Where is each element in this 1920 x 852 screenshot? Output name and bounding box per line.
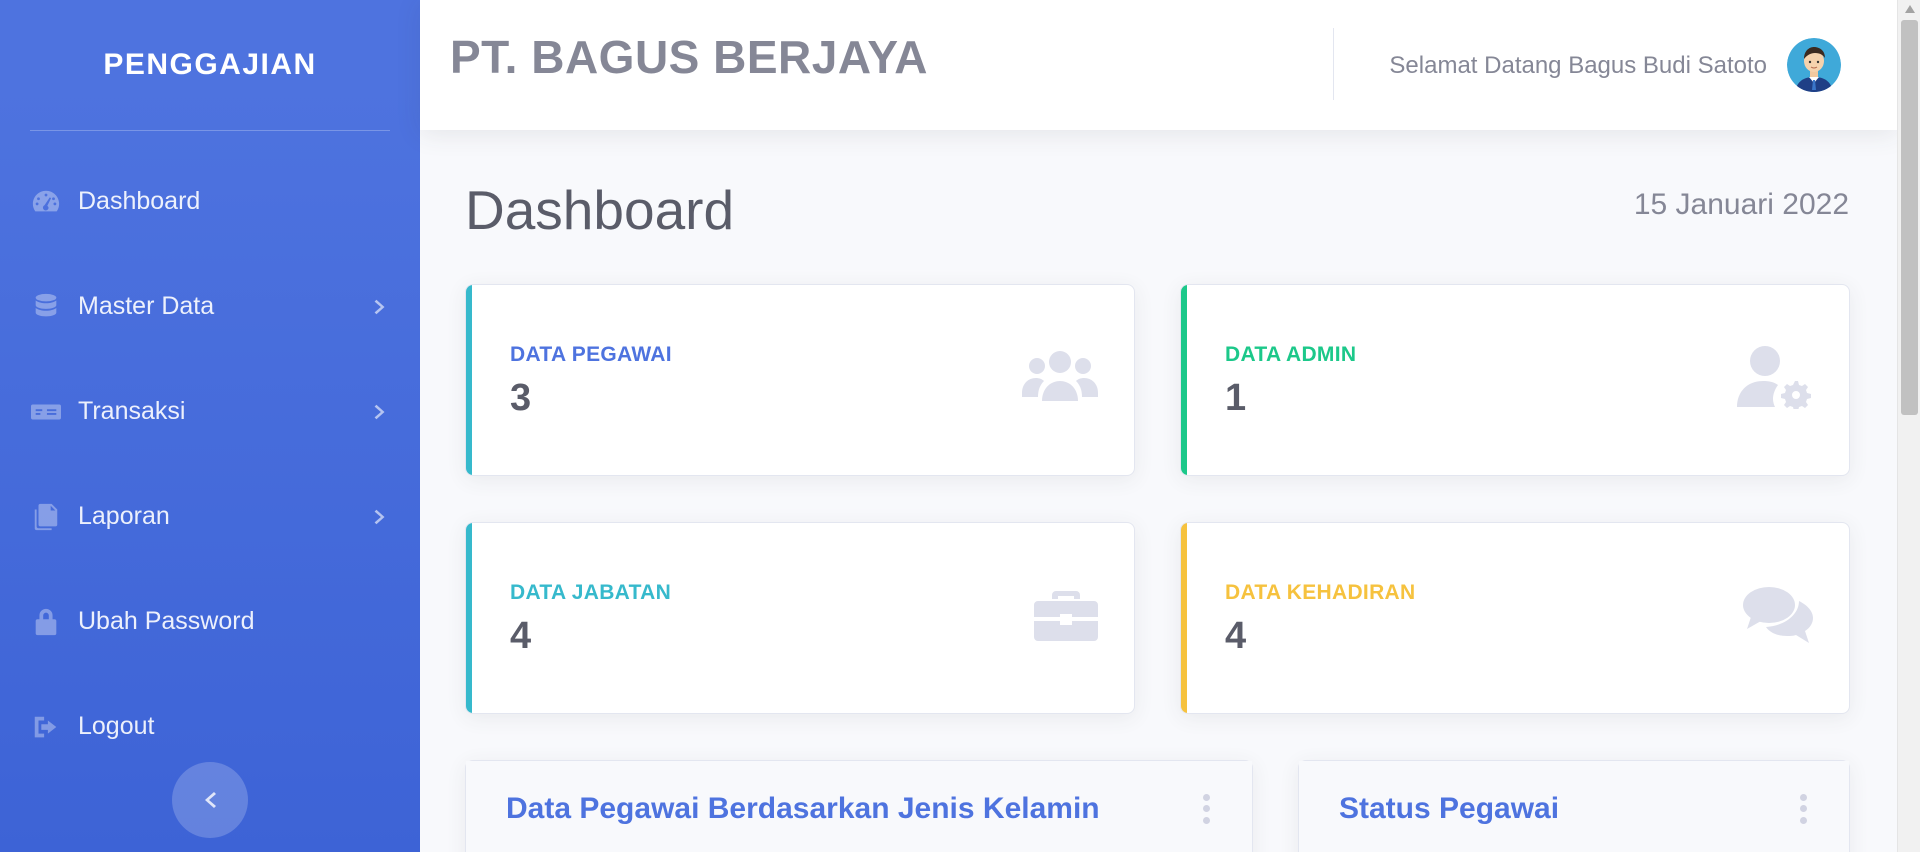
user-cog-icon — [1737, 345, 1813, 411]
lock-icon — [30, 606, 62, 638]
user-avatar[interactable] — [1787, 38, 1841, 92]
panel-status-pegawai: Status Pegawai — [1298, 760, 1850, 852]
sidebar-item-laporan[interactable]: Laporan — [0, 464, 420, 569]
sidebar-item-dashboard[interactable]: Dashboard — [0, 149, 420, 254]
card-value: 3 — [510, 377, 532, 419]
chevron-left-icon — [200, 790, 220, 810]
chevron-right-icon — [370, 297, 390, 317]
topbar: PT. BAGUS BERJAYA Selamat Datang Bagus B… — [420, 0, 1897, 130]
card-value: 1 — [1225, 377, 1247, 419]
chevron-right-icon — [370, 507, 390, 527]
kebab-menu-icon[interactable] — [1797, 793, 1809, 824]
card-data-kehadiran: DATA KEHADIRAN 4 — [1180, 522, 1850, 714]
card-accent-bar — [466, 523, 472, 713]
kebab-menu-icon[interactable] — [1200, 793, 1212, 824]
copy-icon — [30, 501, 62, 533]
scroll-thumb[interactable] — [1901, 20, 1918, 415]
card-accent-bar — [466, 285, 472, 475]
card-label: DATA KEHADIRAN — [1225, 581, 1416, 604]
sidebar-divider — [30, 130, 390, 131]
money-check-icon — [30, 396, 62, 428]
sidebar-item-label: Dashboard — [78, 187, 201, 215]
sidebar-brand[interactable]: PENGGAJIAN — [0, 0, 420, 130]
comments-icon — [1743, 583, 1813, 647]
briefcase-icon — [1034, 583, 1098, 647]
card-data-jabatan: DATA JABATAN 4 — [465, 522, 1135, 714]
panel-title: Data Pegawai Berdasarkan Jenis Kelamin — [506, 791, 1100, 825]
card-label: DATA ADMIN — [1225, 343, 1357, 366]
sidebar-item-ubah-password[interactable]: Ubah Password — [0, 569, 420, 674]
sidebar: PENGGAJIAN Dashboard Master Data Transak… — [0, 0, 420, 852]
tachometer-icon — [30, 186, 62, 218]
topbar-divider — [1333, 28, 1334, 100]
sidebar-item-label: Ubah Password — [78, 607, 255, 635]
card-label: DATA JABATAN — [510, 581, 672, 604]
sidebar-item-master-data[interactable]: Master Data — [0, 254, 420, 359]
sidebar-item-label: Transaksi — [78, 397, 186, 425]
sidebar-item-transaksi[interactable]: Transaksi — [0, 359, 420, 464]
card-accent-bar — [1181, 285, 1187, 475]
card-accent-bar — [1181, 523, 1187, 713]
sign-out-icon — [30, 711, 62, 743]
card-label: DATA PEGAWAI — [510, 343, 672, 366]
page-title: Dashboard — [465, 179, 735, 241]
welcome-text[interactable]: Selamat Datang Bagus Budi Satoto — [1389, 52, 1767, 80]
panel-gender-chart: Data Pegawai Berdasarkan Jenis Kelamin — [465, 760, 1253, 852]
sidebar-item-label: Master Data — [78, 292, 215, 320]
scroll-up-arrow-icon[interactable] — [1898, 0, 1920, 18]
card-value: 4 — [510, 615, 532, 657]
card-value: 4 — [1225, 615, 1247, 657]
page-scrollbar[interactable] — [1897, 0, 1920, 852]
card-data-admin: DATA ADMIN 1 — [1180, 284, 1850, 476]
users-icon — [1022, 345, 1098, 409]
card-data-pegawai: DATA PEGAWAI 3 — [465, 284, 1135, 476]
sidebar-item-label: Logout — [78, 712, 155, 740]
company-name: PT. BAGUS BERJAYA — [450, 31, 929, 83]
sidebar-item-label: Laporan — [78, 502, 170, 530]
panel-header: Status Pegawai — [1299, 761, 1849, 852]
sidebar-toggle-button[interactable] — [172, 762, 248, 838]
chevron-right-icon — [370, 402, 390, 422]
panel-title: Status Pegawai — [1339, 791, 1560, 825]
database-icon — [30, 291, 62, 323]
panel-header: Data Pegawai Berdasarkan Jenis Kelamin — [466, 761, 1252, 852]
page-date: 15 Januari 2022 — [1633, 188, 1849, 221]
